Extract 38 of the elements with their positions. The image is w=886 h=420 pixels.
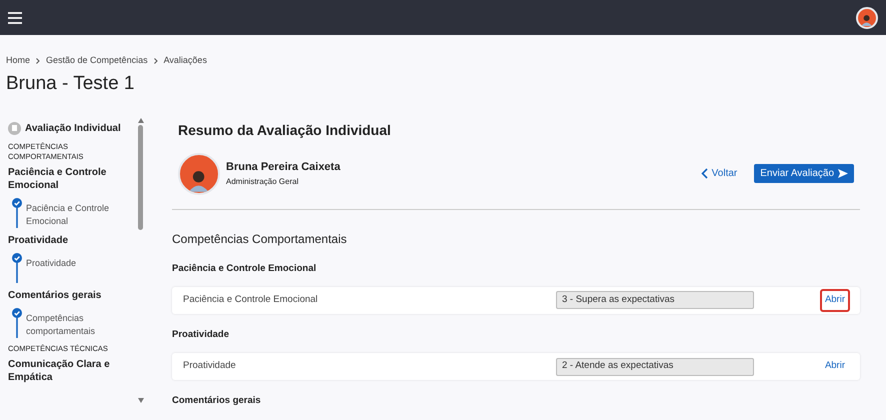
chevron-right-icon [36, 58, 40, 64]
sidebar-header[interactable]: Avaliação Individual [25, 120, 121, 136]
sidebar-step[interactable]: Competências comportamentais [26, 308, 138, 338]
person-department: Administração Geral [226, 176, 300, 188]
summary-title: Resumo da Avaliação Individual [178, 120, 392, 140]
open-link[interactable]: Abrir [820, 355, 850, 378]
chevron-right-icon [154, 58, 158, 64]
scroll-down-icon[interactable] [138, 398, 144, 402]
group-title: Paciência e Controle Emocional [172, 262, 318, 276]
breadcrumb-link[interactable]: Avaliações [164, 54, 207, 68]
scrollbar-thumb[interactable] [138, 124, 143, 230]
scroll-up-icon[interactable] [138, 118, 144, 122]
group-title: Comentários gerais [172, 394, 262, 408]
breadcrumb-link[interactable]: Gestão de Competências [46, 54, 148, 68]
user-avatar [856, 6, 878, 28]
sidebar-group[interactable]: Comentários gerais [8, 288, 138, 302]
send-icon [838, 169, 848, 178]
competency-name: Paciência e Controle Emocional [183, 293, 319, 308]
back-button[interactable]: Voltar [700, 166, 738, 181]
group-title: Proatividade [172, 328, 230, 342]
sidebar-group[interactable]: Proatividade [8, 234, 138, 246]
menu-icon[interactable] [8, 12, 22, 24]
person-name: Bruna Pereira Caixeta [226, 160, 340, 176]
chevron-left-icon [700, 168, 708, 179]
rating-field: 3 - Supera as expectativas [556, 291, 754, 310]
rating-field: 2 - Atende as expectativas [556, 358, 754, 376]
section-title: Competências Comportamentais [172, 230, 348, 248]
open-link[interactable]: Abrir [820, 288, 850, 312]
breadcrumb-link[interactable]: Home [6, 54, 30, 68]
sidebar-group[interactable]: Paciência e Controle Emocional [8, 166, 138, 192]
submit-button[interactable]: Enviar Avaliação [754, 164, 854, 183]
competency-name: Proatividade [183, 359, 237, 374]
person-avatar [178, 152, 220, 194]
sidebar-step[interactable]: Proatividade [26, 252, 76, 282]
sidebar-step[interactable]: Paciência e Controle Emocional [26, 198, 138, 228]
page-title: Bruna - Teste 1 [5, 72, 136, 96]
document-icon [8, 122, 21, 134]
sidebar-group[interactable]: Comunicação Clara e Empática [8, 358, 138, 384]
